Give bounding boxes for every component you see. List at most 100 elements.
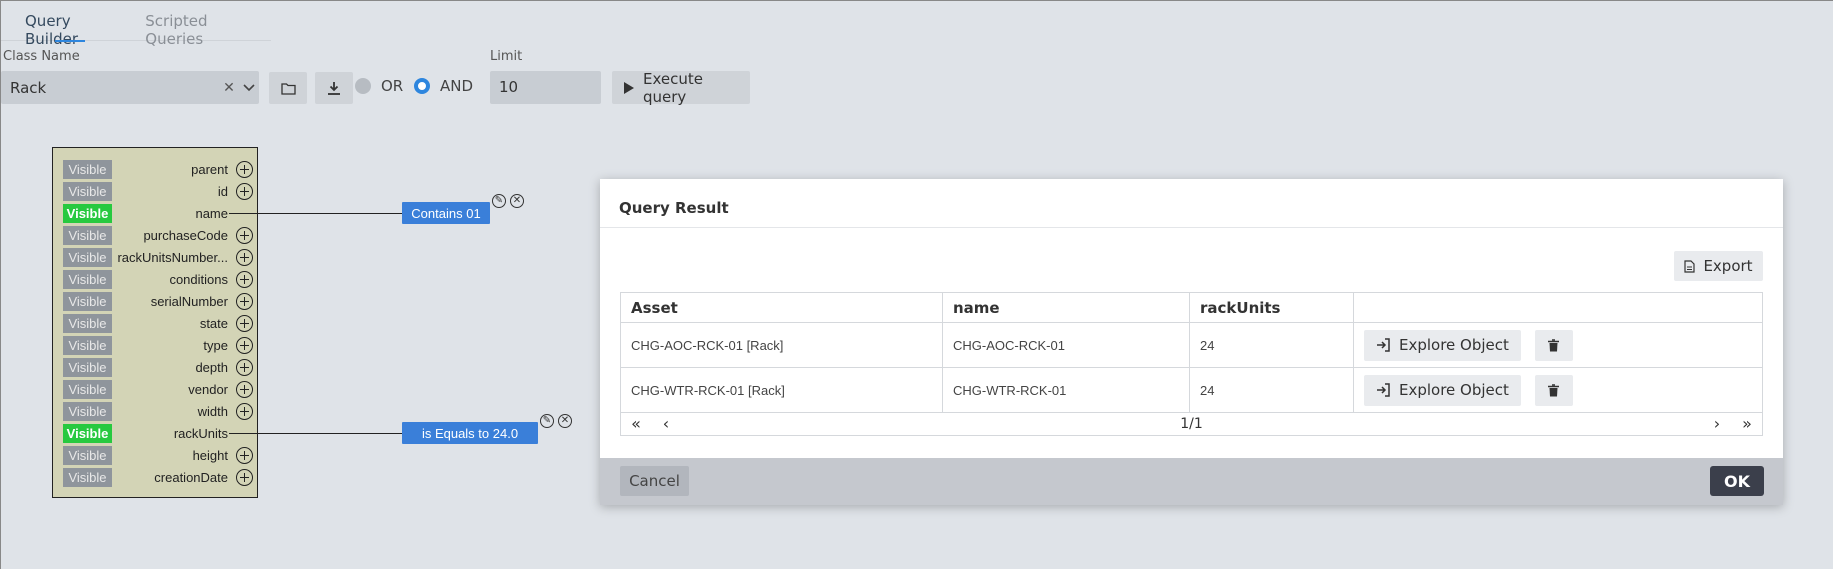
field-name: type <box>203 338 228 353</box>
field-row: Visible height <box>63 446 253 465</box>
or-radio[interactable]: OR <box>355 77 403 95</box>
field-name: conditions <box>169 272 228 287</box>
field-name: rackUnits <box>173 426 228 441</box>
add-condition-icon[interactable] <box>236 271 253 288</box>
cell-actions: Explore Object <box>1353 322 1763 368</box>
class-name-value: Rack <box>10 78 47 97</box>
field-row: Visible id <box>63 182 253 201</box>
visible-toggle[interactable]: Visible <box>63 226 112 245</box>
cell-name: CHG-AOC-RCK-01 <box>942 322 1190 368</box>
and-label: AND <box>440 77 474 95</box>
field-name: purchaseCode <box>143 228 228 243</box>
add-condition-icon[interactable] <box>236 183 253 200</box>
export-button[interactable]: Export <box>1674 251 1763 281</box>
add-condition-icon[interactable] <box>236 381 253 398</box>
condition-name[interactable]: Contains 01 <box>402 202 490 224</box>
tab-scripted-queries[interactable]: Scripted Queries <box>131 1 271 48</box>
visible-toggle[interactable]: Visible <box>63 358 112 377</box>
remove-icon[interactable]: ✕ <box>558 414 572 428</box>
limit-input[interactable]: 10 <box>490 71 601 104</box>
execute-query-button[interactable]: Execute query <box>612 69 750 106</box>
add-condition-icon[interactable] <box>236 469 253 486</box>
add-condition-icon[interactable] <box>236 337 253 354</box>
visible-toggle[interactable]: Visible <box>63 182 112 201</box>
add-condition-icon[interactable] <box>236 359 253 376</box>
column-header-asset[interactable]: Asset <box>620 292 943 323</box>
field-name: rackUnitsNumber... <box>117 250 228 265</box>
sign-in-icon <box>1377 338 1390 352</box>
field-row: Visible depth <box>63 358 253 377</box>
prev-page-icon[interactable]: ‹ <box>651 414 681 433</box>
field-name: vendor <box>188 382 228 397</box>
ok-button[interactable]: OK <box>1710 466 1764 496</box>
cell-name: CHG-WTR-RCK-01 <box>942 367 1190 413</box>
open-folder-button[interactable] <box>269 72 307 104</box>
visible-toggle[interactable]: Visible <box>63 468 112 487</box>
query-result-dialog: Query Result Export Asset name rackUnits… <box>600 179 1783 505</box>
chevron-down-icon[interactable] <box>239 80 259 96</box>
visible-toggle[interactable]: Visible <box>63 292 112 311</box>
first-page-icon[interactable]: « <box>621 414 651 433</box>
visible-toggle[interactable]: Visible <box>63 424 112 443</box>
field-row: Visible purchaseCode <box>63 226 253 245</box>
visible-toggle[interactable]: Visible <box>63 314 112 333</box>
clear-icon[interactable]: ✕ <box>219 80 239 96</box>
table-row: CHG-WTR-RCK-01 [Rack] CHG-WTR-RCK-01 24 … <box>620 367 1763 413</box>
delete-button[interactable] <box>1534 329 1573 361</box>
visible-toggle[interactable]: Visible <box>63 248 112 267</box>
or-radio-dot[interactable] <box>355 78 371 94</box>
page-indicator: 1/1 <box>1180 415 1203 432</box>
cancel-button[interactable]: Cancel <box>620 466 689 496</box>
condition-rackunits[interactable]: is Equals to 24.0 <box>402 422 538 444</box>
add-condition-icon[interactable] <box>236 403 253 420</box>
visible-toggle[interactable]: Visible <box>63 270 112 289</box>
add-condition-icon[interactable] <box>236 249 253 266</box>
visible-toggle[interactable]: Visible <box>63 380 112 399</box>
edit-icon[interactable]: ✎ <box>540 414 554 428</box>
export-label: Export <box>1703 257 1753 275</box>
field-name: state <box>199 316 228 331</box>
field-row: Visible width <box>63 402 253 421</box>
add-condition-icon[interactable] <box>236 315 253 332</box>
field-name: serialNumber <box>150 294 228 309</box>
class-name-select[interactable]: Rack ✕ <box>1 71 259 104</box>
next-page-icon[interactable]: › <box>1702 414 1732 433</box>
cell-rackunits: 24 <box>1189 322 1354 368</box>
visible-toggle[interactable]: Visible <box>63 402 112 421</box>
field-name: parent <box>191 162 228 177</box>
add-condition-icon[interactable] <box>236 227 253 244</box>
field-name: name <box>195 206 228 221</box>
tab-query-builder[interactable]: Query Builder <box>1 1 131 48</box>
or-label: OR <box>381 77 404 95</box>
download-button[interactable] <box>315 72 353 104</box>
edit-icon[interactable]: ✎ <box>492 194 506 208</box>
field-name: height <box>192 448 228 463</box>
delete-button[interactable] <box>1534 374 1573 406</box>
remove-icon[interactable]: ✕ <box>510 194 524 208</box>
field-name: creationDate <box>154 470 228 485</box>
document-icon <box>1684 259 1696 273</box>
explore-object-button[interactable]: Explore Object <box>1364 329 1521 361</box>
last-page-icon[interactable]: » <box>1732 414 1762 433</box>
and-radio-dot[interactable] <box>414 78 430 94</box>
add-condition-icon[interactable] <box>236 161 253 178</box>
column-header-name[interactable]: name <box>942 292 1190 323</box>
and-radio[interactable]: AND <box>414 77 473 95</box>
column-header-rackunits[interactable]: rackUnits <box>1189 292 1354 323</box>
cell-asset: CHG-WTR-RCK-01 [Rack] <box>620 367 943 413</box>
visible-toggle[interactable]: Visible <box>63 336 112 355</box>
class-name-label: Class Name <box>3 49 80 64</box>
visible-toggle[interactable]: Visible <box>63 446 112 465</box>
field-row: Visible vendor <box>63 380 253 399</box>
field-row: Visible type <box>63 336 253 355</box>
dialog-title: Query Result <box>600 179 1783 228</box>
tab-bar: Query Builder Scripted Queries <box>1 1 271 48</box>
explore-object-button[interactable]: Explore Object <box>1364 374 1521 406</box>
visible-toggle[interactable]: Visible <box>63 160 112 179</box>
sign-in-icon <box>1377 383 1390 397</box>
execute-query-label: Execute query <box>643 69 703 106</box>
visible-toggle[interactable]: Visible <box>63 204 112 223</box>
explore-object-label: Explore Object <box>1399 381 1509 399</box>
add-condition-icon[interactable] <box>236 447 253 464</box>
add-condition-icon[interactable] <box>236 293 253 310</box>
